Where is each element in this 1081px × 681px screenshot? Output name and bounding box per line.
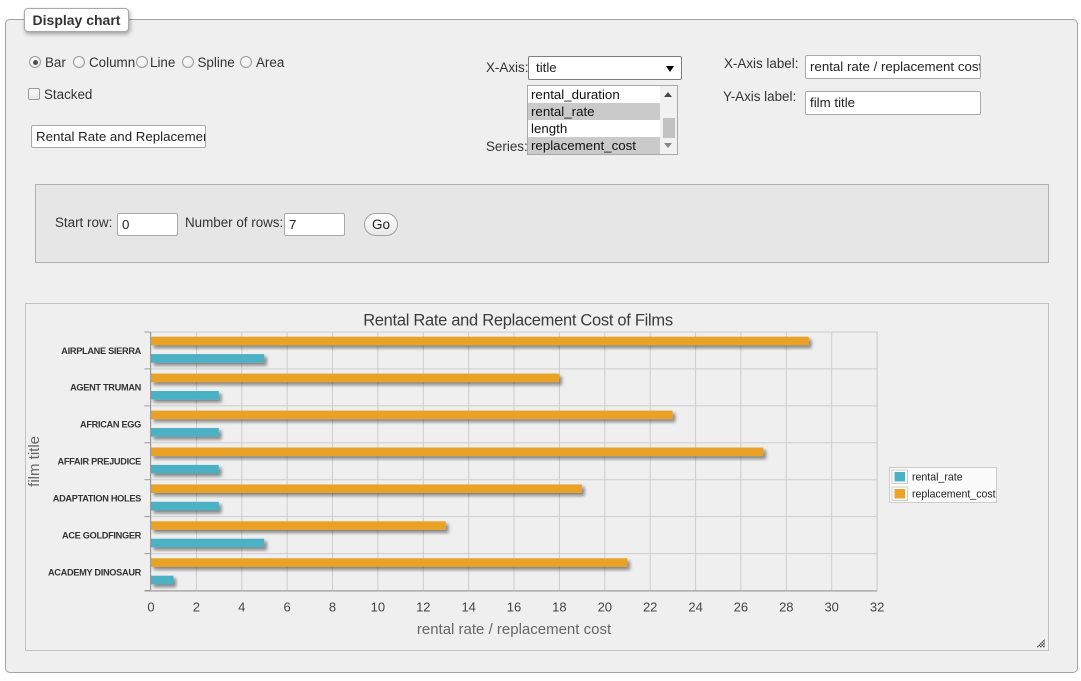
svg-text:20: 20 xyxy=(598,600,612,615)
svg-text:rental rate / replacement cost: rental rate / replacement cost xyxy=(417,621,612,638)
svg-text:ACE GOLDFINGER: ACE GOLDFINGER xyxy=(62,530,142,540)
svg-text:4: 4 xyxy=(238,600,245,615)
svg-text:rental_rate: rental_rate xyxy=(912,472,963,484)
svg-text:replacement_cost: replacement_cost xyxy=(912,489,996,501)
svg-text:2: 2 xyxy=(193,600,200,615)
svg-text:AIRPLANE SIERRA: AIRPLANE SIERRA xyxy=(61,346,141,356)
svg-text:30: 30 xyxy=(824,600,838,615)
svg-text:18: 18 xyxy=(552,600,566,615)
svg-text:ACADEMY DINOSAUR: ACADEMY DINOSAUR xyxy=(48,567,142,577)
svg-text:24: 24 xyxy=(688,600,702,615)
svg-text:film title: film title xyxy=(26,436,43,487)
svg-text:0: 0 xyxy=(147,600,154,615)
svg-text:ADAPTATION HOLES: ADAPTATION HOLES xyxy=(53,494,141,504)
svg-text:12: 12 xyxy=(416,600,430,615)
svg-text:16: 16 xyxy=(507,600,521,615)
svg-text:26: 26 xyxy=(734,600,748,615)
svg-text:8: 8 xyxy=(329,600,336,615)
svg-text:28: 28 xyxy=(779,600,793,615)
svg-text:32: 32 xyxy=(870,600,884,615)
svg-text:AFRICAN EGG: AFRICAN EGG xyxy=(80,420,141,430)
svg-text:Rental Rate and Replacement Co: Rental Rate and Replacement Cost of Film… xyxy=(363,312,673,330)
svg-text:AFFAIR PREJUDICE: AFFAIR PREJUDICE xyxy=(57,457,141,467)
svg-text:AGENT TRUMAN: AGENT TRUMAN xyxy=(70,383,142,393)
svg-text:6: 6 xyxy=(283,600,290,615)
svg-text:10: 10 xyxy=(371,600,385,615)
svg-text:22: 22 xyxy=(643,600,657,615)
svg-text:14: 14 xyxy=(461,600,475,615)
